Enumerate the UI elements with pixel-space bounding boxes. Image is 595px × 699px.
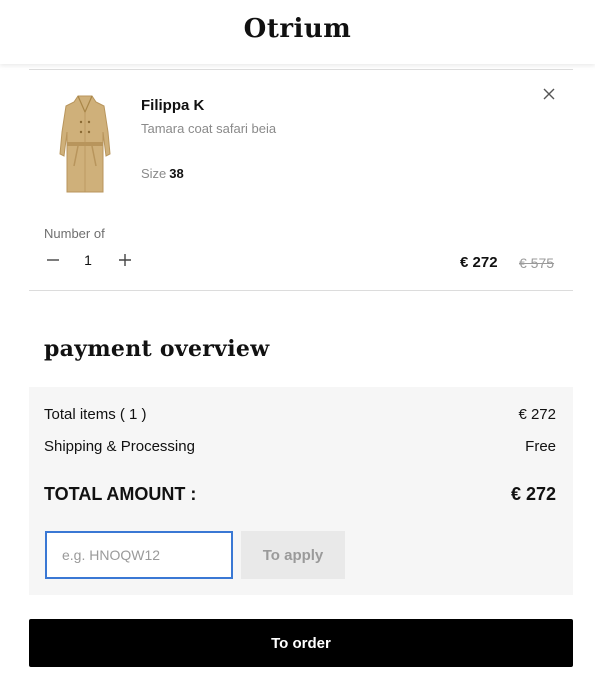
divider bbox=[29, 290, 573, 291]
total-items-label: Total items ( 1 ) bbox=[44, 406, 147, 423]
size-label: Size bbox=[141, 166, 167, 181]
quantity-label: Number of bbox=[44, 226, 105, 241]
minus-icon[interactable] bbox=[43, 250, 63, 270]
apply-coupon-button[interactable]: To apply bbox=[241, 531, 345, 579]
product-size: Size 38 bbox=[141, 166, 184, 181]
quantity-value: 1 bbox=[84, 252, 92, 268]
product-name[interactable]: Tamara coat safari beia bbox=[141, 121, 276, 136]
coat-image[interactable] bbox=[56, 92, 114, 200]
product-brand[interactable]: Filippa K bbox=[141, 97, 204, 114]
divider bbox=[29, 69, 573, 70]
shipping-value: Free bbox=[525, 438, 556, 455]
shipping-label: Shipping & Processing bbox=[44, 438, 195, 455]
size-value: 38 bbox=[169, 166, 184, 181]
plus-icon[interactable] bbox=[115, 250, 135, 270]
payment-overview-title: payment overview bbox=[44, 336, 270, 362]
header: Otrium bbox=[0, 0, 595, 64]
total-items-value: € 272 bbox=[518, 406, 556, 423]
close-icon[interactable] bbox=[539, 84, 559, 104]
item-original-price: € 575 bbox=[519, 255, 555, 271]
otrium-logo[interactable]: Otrium bbox=[0, 14, 595, 44]
coupon-code-input[interactable] bbox=[45, 531, 233, 579]
total-amount-value: € 272 bbox=[510, 484, 556, 504]
order-button[interactable]: To order bbox=[29, 619, 573, 667]
item-price: € 272 bbox=[460, 254, 498, 271]
total-amount-label: TOTAL AMOUNT : bbox=[44, 484, 197, 504]
